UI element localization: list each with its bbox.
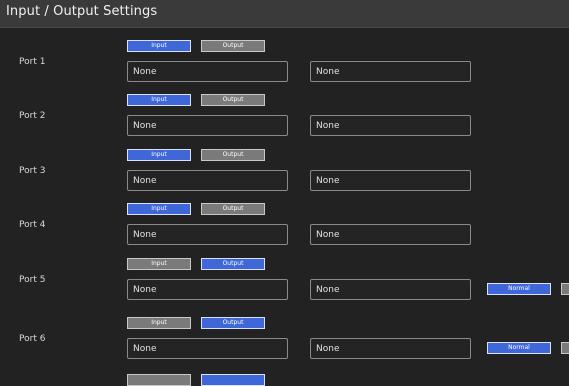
- page-title: Input / Output Settings: [6, 4, 158, 19]
- output-button[interactable]: Output: [201, 203, 265, 215]
- port-row-4: Port 4 Input Output None None: [0, 203, 569, 259]
- input-button[interactable]: Input: [127, 258, 191, 270]
- output-button[interactable]: Output: [201, 258, 265, 270]
- port-name-field[interactable]: None: [127, 338, 288, 359]
- port-name-field[interactable]: None: [127, 224, 288, 245]
- port-name-field[interactable]: None: [127, 61, 288, 82]
- port-label: Port 4: [19, 220, 46, 230]
- output-button[interactable]: Output: [201, 94, 265, 106]
- secondary-mode-button[interactable]: [561, 283, 569, 295]
- port-signal-field[interactable]: None: [310, 115, 471, 136]
- port-name-field[interactable]: None: [127, 170, 288, 191]
- port-signal-field[interactable]: None: [310, 224, 471, 245]
- port-signal-field[interactable]: None: [310, 61, 471, 82]
- port-row-6: Port 6 Input Output None None Normal: [0, 317, 569, 373]
- output-button[interactable]: Output: [201, 149, 265, 161]
- output-button[interactable]: Output: [201, 40, 265, 52]
- port-signal-field[interactable]: None: [310, 338, 471, 359]
- port-label: Port 5: [19, 275, 46, 285]
- port-row-5: Port 5 Input Output None None Normal: [0, 258, 569, 314]
- port-label: Port 6: [19, 334, 46, 344]
- port-row-3: Port 3 Input Output None None: [0, 149, 569, 205]
- port-label: Port 1: [19, 57, 46, 67]
- output-button[interactable]: [201, 374, 265, 386]
- input-button[interactable]: Input: [127, 149, 191, 161]
- port-row-2: Port 2 Input Output None None: [0, 94, 569, 150]
- title-bar: Input / Output Settings: [0, 0, 569, 28]
- input-button[interactable]: Input: [127, 203, 191, 215]
- port-signal-field[interactable]: None: [310, 170, 471, 191]
- normal-mode-button[interactable]: Normal: [487, 283, 551, 295]
- normal-mode-button[interactable]: Normal: [487, 342, 551, 354]
- port-row-1: Port 1 Input Output None None: [0, 40, 569, 96]
- port-name-field[interactable]: None: [127, 115, 288, 136]
- port-label: Port 2: [19, 111, 46, 121]
- output-button[interactable]: Output: [201, 317, 265, 329]
- input-button[interactable]: Input: [127, 94, 191, 106]
- secondary-mode-button[interactable]: [561, 342, 569, 354]
- input-button[interactable]: [127, 374, 191, 386]
- port-row-partial: [0, 374, 569, 386]
- input-button[interactable]: Input: [127, 317, 191, 329]
- port-name-field[interactable]: None: [127, 279, 288, 300]
- port-signal-field[interactable]: None: [310, 279, 471, 300]
- port-label: Port 3: [19, 166, 46, 176]
- input-button[interactable]: Input: [127, 40, 191, 52]
